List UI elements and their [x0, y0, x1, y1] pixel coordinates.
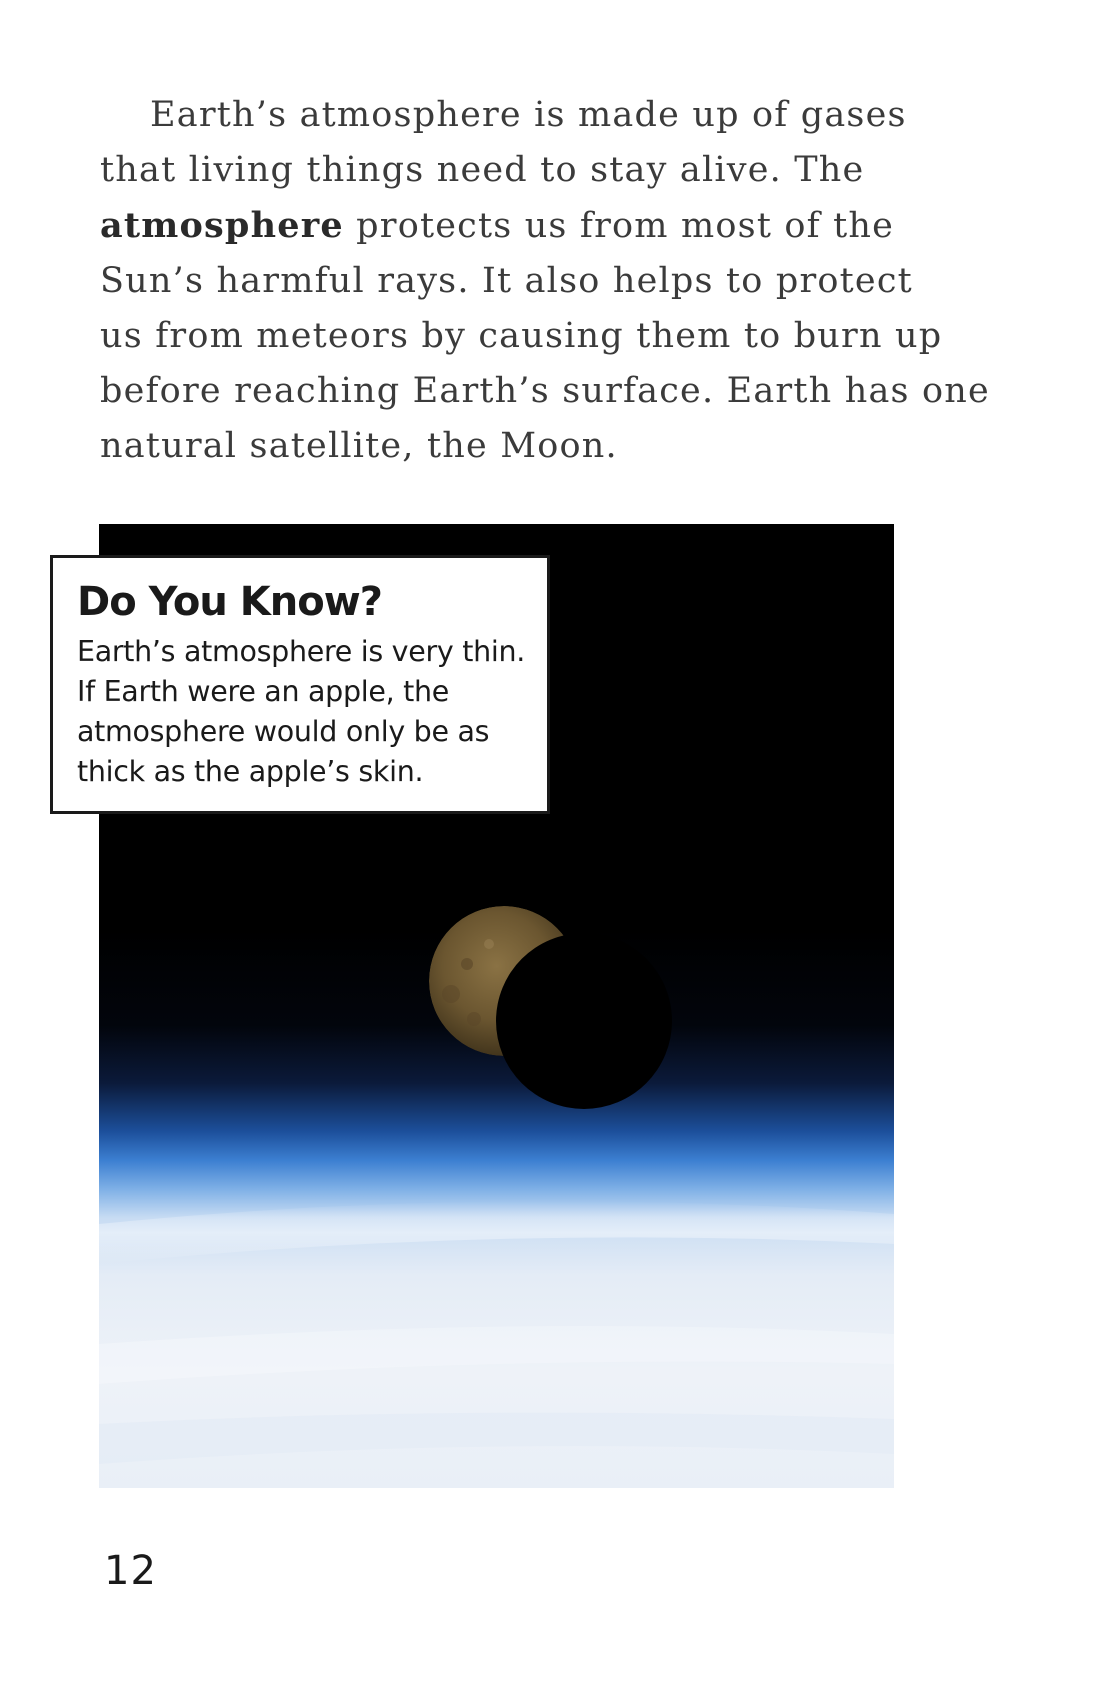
paragraph-line-4: Sun’s harmful rays. It also helps to pro…: [100, 261, 913, 301]
paragraph-line-3: atmosphere protects us from most of the: [100, 198, 920, 254]
paragraph-line-5: us from meteors by causing them to burn …: [100, 316, 943, 356]
moon: [429, 906, 672, 1109]
book-page: Earth’s atmosphere is made up of gases t…: [0, 0, 1100, 1700]
paragraph-line-2: that living things need to stay alive. T…: [100, 150, 865, 190]
paragraph-line-1: Earth’s atmosphere is made up of gases: [150, 95, 907, 135]
callout-line-2: If Earth were an apple, the: [77, 675, 449, 708]
callout-line-3: atmosphere would only be as: [77, 715, 490, 748]
paragraph-line-7: natural satellite, the Moon.: [100, 426, 618, 466]
main-paragraph: Earth’s atmosphere is made up of gases t…: [100, 88, 990, 474]
glossary-term-atmosphere: atmosphere: [100, 205, 344, 246]
callout-line-4: thick as the apple’s skin.: [77, 755, 424, 788]
page-number: 12: [104, 1548, 157, 1594]
do-you-know-callout: Do You Know? Earth’s atmosphere is very …: [50, 555, 550, 814]
callout-line-1: Earth’s atmosphere is very thin.: [77, 635, 526, 668]
callout-body: Earth’s atmosphere is very thin. If Eart…: [77, 632, 525, 792]
callout-title: Do You Know?: [77, 579, 383, 625]
paragraph-line-3-rest: protects us from most of the: [343, 206, 895, 246]
paragraph-line-6: before reaching Earth’s surface. Earth h…: [100, 371, 990, 411]
